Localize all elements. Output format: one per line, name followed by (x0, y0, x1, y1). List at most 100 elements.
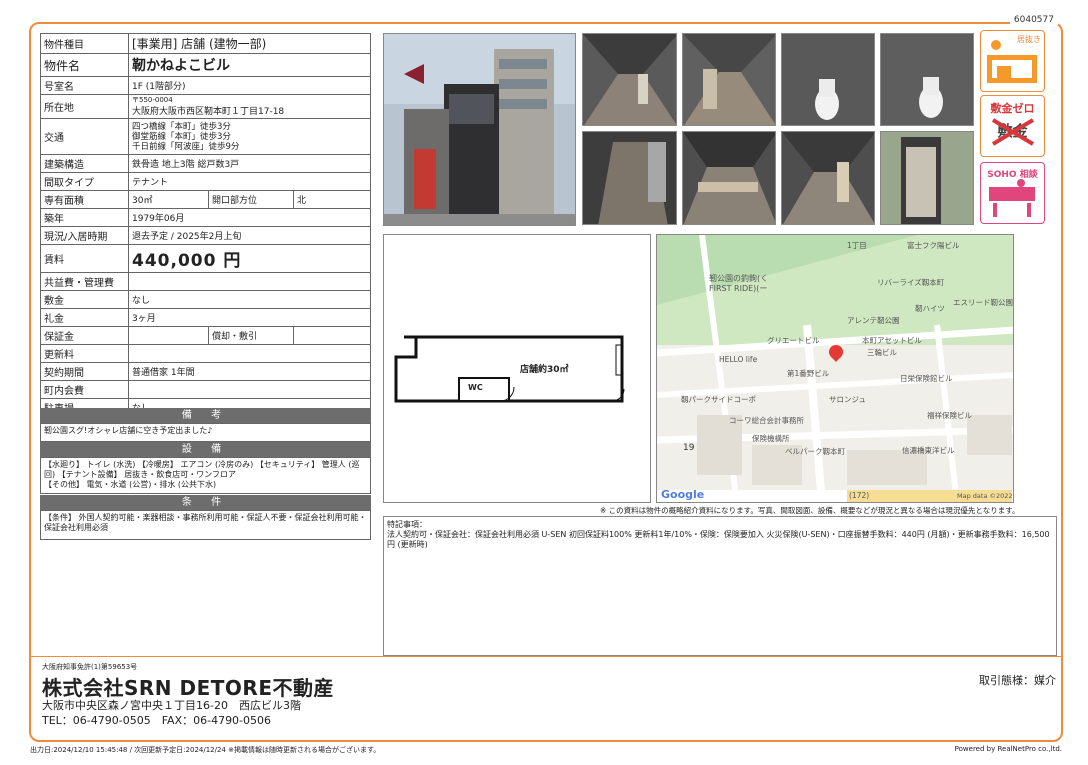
map-label: 富士フク陽ビル (907, 241, 960, 250)
disclaimer: ※ この資料は物件の概略紹介資料になります。写真、間取図面、設備、概要などが現況… (600, 506, 1020, 515)
name-value: 靭かねよこビル (128, 53, 371, 77)
area-label: 専有面積 (40, 190, 129, 209)
document-number: 6040577 (1009, 15, 1058, 25)
map-data-credit: Map data ©2022 (957, 492, 1013, 500)
structure-value: 鉄骨造 地上3階 総戸数3戸 (128, 154, 371, 173)
map-label: コーワ総合会計事務所 (729, 416, 804, 425)
opening-value: 北 (293, 190, 371, 209)
interior-photo[interactable] (781, 131, 875, 225)
address-value: 大阪府大阪市西区靭本町１丁目17-18 (132, 107, 285, 117)
map-label: FIRST RIDE)(ー (709, 284, 768, 293)
powered-by: Powered by RealNetPro co.,ltd. (954, 745, 1062, 753)
toilet-photo-image (782, 34, 874, 125)
map-label: ベルパーク靱本町 (785, 447, 845, 456)
built-value: 1979年06月 (128, 208, 371, 227)
remarks-text: 靭公園スグ!オシャレ店舗に空き予定出ました♪ (40, 423, 371, 442)
cross-icon (991, 118, 1035, 146)
map-label: (172) (849, 491, 870, 500)
facilities-header: 設 備 (40, 442, 371, 457)
soho-badge: SOHO 相談 (980, 162, 1045, 224)
map-label: 靱パークサイドコーポ (681, 395, 756, 404)
notes-text: 法人契約可・保証会社：保証会社利用必須 U-SEN 初回保証料100% 更新料1… (387, 530, 1050, 549)
interior-photo[interactable] (582, 33, 677, 126)
print-info: 出力日:2024/12/10 15:45:48 / 次回更新予定日:2024/1… (30, 746, 381, 754)
map-label: 福祥保険ビル (927, 411, 972, 420)
conditions-text: 【条件】 外国人契約可能・楽器相談・事務所利用可能・保証人不要・保証会社利用可能… (40, 510, 371, 540)
soho-desk-icon (989, 179, 1035, 217)
building-exterior-photo[interactable] (383, 33, 576, 226)
security-value (128, 326, 209, 345)
map-label: グリエートビル (767, 336, 820, 345)
floor-plan[interactable]: 店舗約30㎡ WC (383, 234, 651, 503)
status-label: 現況/入居時期 (40, 226, 129, 245)
map-label: HELLO life (719, 355, 758, 364)
plan-wc-label: WC (468, 383, 483, 392)
floor-plan-drawing (394, 335, 625, 403)
transport-line: 御堂筋線「本町」徒歩3分 (132, 131, 231, 142)
map-number-19: 19 (683, 443, 695, 453)
map-label: 1丁目 (847, 241, 867, 250)
zero-deposit-badge: 敷金ゼロ 敷金 (980, 95, 1045, 157)
facilities-text: 【水廻り】 トイレ (水洗) 【冷暖房】 エアコン (冷房のみ) 【セキュリティ… (40, 457, 371, 494)
interior-photo[interactable] (582, 131, 677, 225)
key-money-label: 礼金 (40, 308, 129, 327)
toilet-photo-image (881, 34, 973, 125)
name-label: 物件名 (40, 53, 129, 77)
toilet-photo[interactable] (880, 33, 974, 126)
transport-label: 交通 (40, 118, 129, 155)
map-label: サロンジュ (829, 395, 866, 404)
deposit-value: なし (128, 290, 371, 309)
remarks-header: 備 考 (40, 408, 371, 423)
building-exterior-image (384, 34, 575, 225)
type-value: [事業用] 店舗 (建物一部) (128, 33, 371, 54)
inuki-label: 居抜き (1017, 35, 1041, 44)
location-map[interactable]: 1丁目 靭公園の釣鉤(く FIRST RIDE)(ー リバーライズ靱本町 エスリ… (656, 234, 1014, 503)
map-label: 保険機構所 (752, 434, 790, 443)
opening-label: 開口部方位 (208, 190, 294, 209)
footer-divider (31, 656, 1061, 657)
room-label: 号室名 (40, 76, 129, 95)
interior-photo[interactable] (682, 131, 776, 225)
amort-label: 償却・敷引 (208, 326, 294, 345)
map-label: アレンテ靭公園 (847, 316, 900, 325)
fee-label: 共益費・管理費 (40, 272, 129, 291)
interior-photo-image (583, 132, 676, 224)
status-value: 退去予定 / 2025年2月上旬 (128, 226, 371, 245)
map-label: 第1番野ビル (787, 369, 830, 378)
security-label: 保証金 (40, 326, 129, 345)
property-table: 物件種目 [事業用] 店舗 (建物一部) 物件名 靭かねよこビル 号室名 1F (1階… (40, 33, 371, 417)
entrance-photo[interactable] (880, 131, 974, 225)
interior-photo-image (683, 34, 775, 125)
renewal-value (128, 344, 371, 363)
structure-label: 建築構造 (40, 154, 129, 173)
map-label: 靭ハイツ (915, 304, 945, 313)
layout-value: テナント (128, 172, 371, 191)
renewal-label: 更新料 (40, 344, 129, 363)
map-label: 三輪ビル (867, 348, 897, 357)
layout-label: 間取タイプ (40, 172, 129, 191)
postal-code: 〒550-0004 (132, 96, 173, 104)
interior-photo-image (583, 34, 676, 125)
inuki-badge: 居抜き (980, 30, 1045, 92)
contract-value: 普通借家 1年間 (128, 362, 371, 381)
community-value (128, 380, 371, 399)
notes-title: 特記事項： (387, 520, 427, 529)
toilet-photo[interactable] (781, 33, 875, 126)
community-label: 町内会費 (40, 380, 129, 399)
location-label: 所在地 (40, 94, 129, 119)
map-label: リバーライズ靱本町 (877, 278, 945, 287)
key-money-value: 3ヶ月 (128, 308, 371, 327)
interior-photo[interactable] (682, 33, 776, 126)
amort-value (293, 326, 371, 345)
entrance-photo-image (881, 132, 973, 224)
fee-value (128, 272, 371, 291)
deposit-label: 敷金 (40, 290, 129, 309)
map-label: 本町アセットビル (862, 336, 922, 345)
room-value: 1F (1階部分) (128, 76, 371, 95)
transport-line: 四つ橋線「本町」徒歩3分 (132, 121, 231, 132)
rent-value: 440,000 円 (128, 244, 371, 273)
google-logo: Google (661, 488, 705, 501)
company-address: 大阪市中央区森ノ宮中央１丁目16-20 西広ビル3階 (42, 699, 301, 712)
type-label: 物件種目 (40, 33, 129, 54)
interior-photo-image (683, 132, 775, 224)
